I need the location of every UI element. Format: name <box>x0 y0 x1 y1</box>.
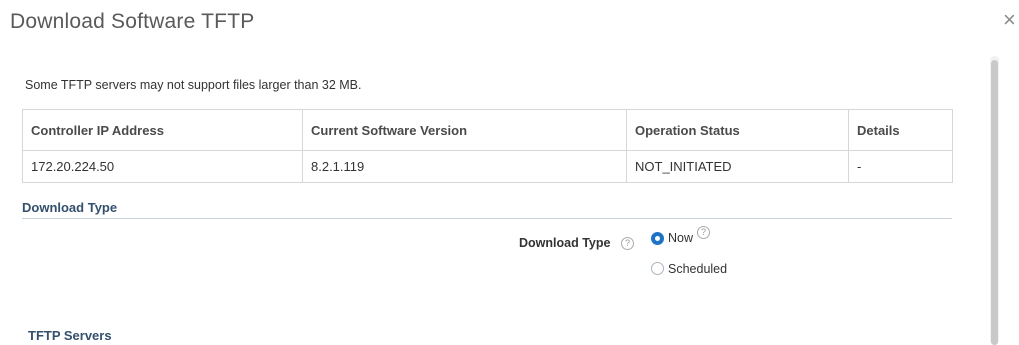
dialog-title: Download Software TFTP <box>10 10 255 33</box>
close-icon[interactable]: × <box>1003 9 1016 31</box>
download-type-label: Download Type <box>519 236 611 250</box>
column-header-operation-status[interactable]: Operation Status <box>626 109 849 151</box>
scrollbar-thumb[interactable] <box>991 60 998 345</box>
cell-software-version: 8.2.1.119 <box>302 150 627 183</box>
radio-scheduled[interactable] <box>651 262 664 275</box>
column-header-software-version[interactable]: Current Software Version <box>302 109 627 151</box>
now-help-icon[interactable]: ? <box>697 226 710 239</box>
column-header-details[interactable]: Details <box>848 109 953 151</box>
help-icon[interactable]: ? <box>621 237 634 250</box>
table-header-row: Controller IP Address Current Software V… <box>22 109 953 151</box>
table-row[interactable]: 172.20.224.50 8.2.1.119 NOT_INITIATED - <box>22 150 953 183</box>
tftp-size-notice: Some TFTP servers may not support files … <box>25 78 362 92</box>
column-header-controller-ip[interactable]: Controller IP Address <box>22 109 303 151</box>
radio-scheduled-label[interactable]: Scheduled <box>668 262 727 276</box>
download-type-section-header: Download Type <box>22 200 952 219</box>
radio-now-label[interactable]: Now <box>668 231 693 245</box>
radio-now[interactable] <box>651 232 664 245</box>
cell-controller-ip: 172.20.224.50 <box>22 150 303 183</box>
controller-table: Controller IP Address Current Software V… <box>22 109 953 183</box>
cell-operation-status: NOT_INITIATED <box>626 150 849 183</box>
tftp-servers-section-header: TFTP Servers <box>28 328 952 345</box>
cell-details: - <box>848 150 953 183</box>
